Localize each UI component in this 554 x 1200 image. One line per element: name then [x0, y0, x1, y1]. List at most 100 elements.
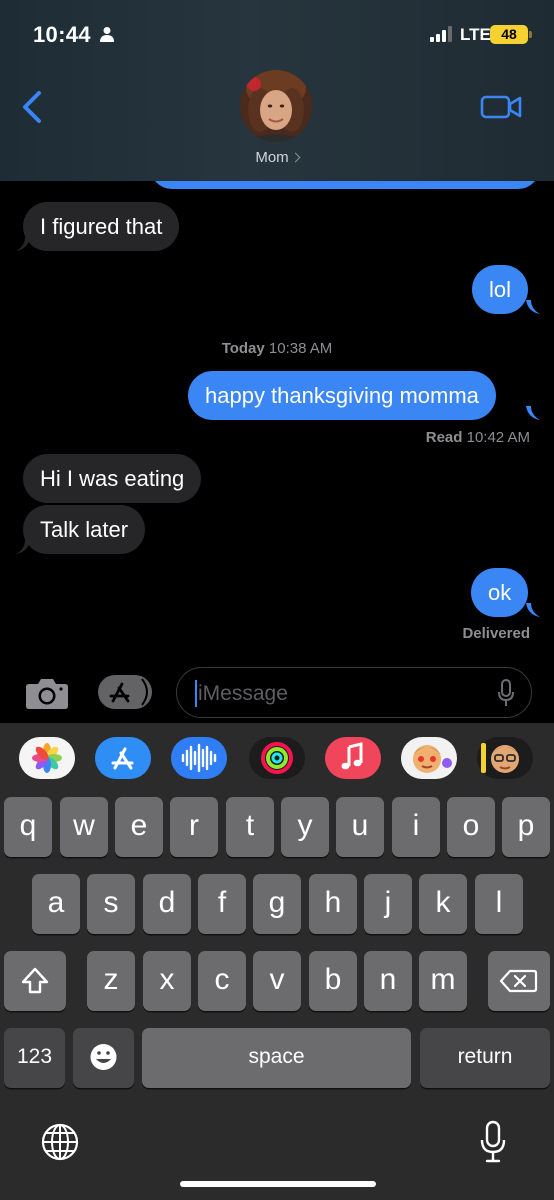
shift-key[interactable] [4, 951, 66, 1011]
key-l[interactable]: l [475, 874, 523, 934]
activity-icon[interactable] [249, 737, 305, 779]
key-z[interactable]: z [87, 951, 135, 1011]
person-icon [100, 27, 114, 42]
read-label: Read [425, 429, 463, 446]
bubble-tail [526, 406, 540, 420]
key-m[interactable]: m [419, 951, 467, 1011]
key-label: s [103, 886, 119, 919]
key-k[interactable]: k [419, 874, 467, 934]
status-time: 10:44 [33, 22, 91, 47]
bubble-tail [16, 237, 30, 251]
key-x[interactable]: x [143, 951, 191, 1011]
chevron-right-icon [290, 152, 301, 163]
key-label: h [324, 886, 342, 919]
app-store-apps-button[interactable] [98, 675, 152, 709]
incoming-message[interactable]: Talk later [23, 505, 146, 554]
timestamp-time: 10:38 AM [268, 340, 333, 357]
key-h[interactable]: h [309, 874, 357, 934]
contact-name-button[interactable]: Mom [0, 149, 554, 166]
globe-icon[interactable] [40, 1122, 80, 1162]
key-label: i [412, 809, 420, 842]
key-w[interactable]: w [60, 797, 108, 857]
key-label: space [248, 1045, 305, 1068]
dictation-mic-icon[interactable] [478, 1120, 508, 1164]
outgoing-message[interactable]: happy thanksgiving momma [188, 371, 496, 420]
key-a[interactable]: a [32, 874, 80, 934]
key-j[interactable]: j [364, 874, 412, 934]
message-list: I figured that lol Today 10:38 AM happy … [0, 161, 554, 664]
space-key[interactable]: space [142, 1028, 411, 1088]
key-label: m [430, 963, 456, 996]
key-r[interactable]: r [170, 797, 218, 857]
key-b[interactable]: b [309, 951, 357, 1011]
key-u[interactable]: u [336, 797, 384, 857]
memoji-2-icon[interactable] [477, 737, 533, 779]
key-o[interactable]: o [447, 797, 495, 857]
battery-nub [529, 31, 532, 38]
key-label: l [495, 886, 503, 919]
key-label: n [379, 963, 397, 996]
key-label: x [159, 963, 175, 996]
key-label: 123 [16, 1045, 53, 1068]
music-icon[interactable] [325, 737, 381, 779]
bubble-tail [526, 300, 540, 314]
key-label: v [269, 963, 285, 996]
home-indicator [180, 1181, 376, 1187]
camera-icon[interactable] [25, 676, 69, 710]
app-store-a-icon [109, 678, 148, 706]
battery-indicator: 48 [490, 25, 528, 44]
photos-icon[interactable] [19, 737, 75, 779]
bubble-tail [16, 540, 30, 554]
key-f[interactable]: f [198, 874, 246, 934]
key-label: b [324, 963, 342, 996]
read-receipt: Read 10:42 AM [426, 429, 530, 446]
key-label: return [457, 1045, 513, 1068]
key-label: y [297, 809, 313, 842]
dictation-mic-icon[interactable] [497, 679, 515, 707]
back-chevron-icon[interactable] [20, 90, 44, 124]
key-q[interactable]: q [4, 797, 52, 857]
key-label: f [217, 886, 227, 919]
imessage-placeholder: iMessage [198, 682, 288, 705]
key-label: a [47, 886, 65, 919]
key-d[interactable]: d [143, 874, 191, 934]
key-y[interactable]: y [281, 797, 329, 857]
key-label: z [103, 963, 119, 996]
key-c[interactable]: c [198, 951, 246, 1011]
text-cursor [195, 680, 197, 707]
key-label: j [384, 886, 392, 919]
key-p[interactable]: p [502, 797, 550, 857]
delivered-receipt: Delivered [462, 625, 530, 642]
return-key[interactable]: return [420, 1028, 550, 1088]
audio-message-icon[interactable] [171, 737, 227, 779]
key-g[interactable]: g [253, 874, 301, 934]
key-label: w [73, 809, 95, 842]
imessage-input[interactable]: iMessage [176, 667, 532, 718]
key-label: u [351, 809, 369, 842]
outgoing-message[interactable]: lol [472, 265, 529, 314]
contact-avatar[interactable] [240, 70, 312, 142]
key-label: t [245, 809, 255, 842]
app-store-icon[interactable] [95, 737, 151, 779]
timestamp-day: Today [221, 340, 265, 357]
key-n[interactable]: n [364, 951, 412, 1011]
numbers-key[interactable]: 123 [4, 1028, 65, 1088]
key-s[interactable]: s [87, 874, 135, 934]
incoming-message[interactable]: Hi I was eating [23, 454, 202, 503]
key-e[interactable]: e [115, 797, 163, 857]
incoming-message[interactable]: I figured that [23, 202, 180, 251]
facetime-video-icon[interactable] [480, 93, 522, 121]
key-label: k [435, 886, 451, 919]
network-type: LTE [460, 25, 491, 44]
outgoing-message[interactable]: ok [471, 568, 529, 617]
emoji-key[interactable] [73, 1028, 134, 1088]
memoji-icon[interactable] [401, 737, 457, 779]
key-label: p [517, 809, 535, 842]
delete-key[interactable] [488, 951, 550, 1011]
key-t[interactable]: t [226, 797, 274, 857]
key-i[interactable]: i [392, 797, 440, 857]
conversation-timestamp: Today 10:38 AM [0, 340, 554, 357]
bubble-tail [526, 603, 540, 617]
status-bar: 10:44 LTE 48 [0, 0, 554, 66]
key-v[interactable]: v [253, 951, 301, 1011]
